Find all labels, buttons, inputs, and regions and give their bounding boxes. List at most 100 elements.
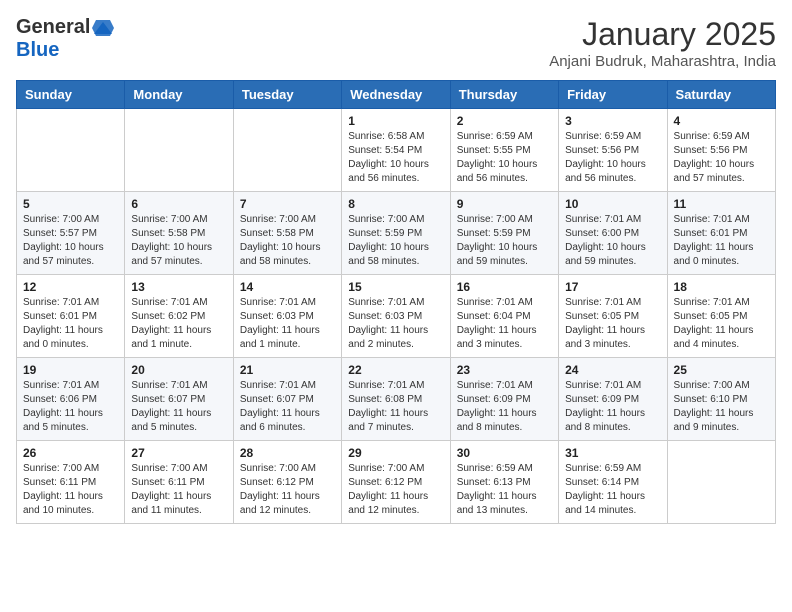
day-info: Sunrise: 7:01 AM Sunset: 6:00 PM Dayligh… xyxy=(565,213,660,269)
day-number: 14 xyxy=(240,280,335,294)
calendar-cell: 18Sunrise: 7:01 AM Sunset: 6:05 PM Dayli… xyxy=(667,275,775,358)
calendar-cell: 31 Sunrise: 6:59 AM Sunset: 6:14 PM Dayli… xyxy=(559,441,667,524)
calendar-cell: 1 Sunrise: 6:58 AM Sunset: 5:54 PM Daylig… xyxy=(342,109,450,192)
calendar-cell: 22 Sunrise: 7:01 AM Sunset: 6:08 PM Dayli… xyxy=(342,358,450,441)
calendar-cell: 23 Sunrise: 7:01 AM Sunset: 6:09 PM Dayli… xyxy=(450,358,558,441)
calendar-week-2: 5Sunrise: 7:00 AM Sunset: 5:57 PM Daylig… xyxy=(17,192,776,275)
day-number: 8 xyxy=(348,197,443,211)
day-number: 13 xyxy=(131,280,226,294)
calendar-cell xyxy=(125,109,233,192)
logo-icon xyxy=(92,20,114,36)
day-info: Sunrise: 7:01 AM Sunset: 6:09 PM Dayligh… xyxy=(457,379,552,435)
calendar-cell: 11 Sunrise: 7:01 AM Sunset: 6:01 PM Dayli… xyxy=(667,192,775,275)
day-number: 16 xyxy=(457,280,552,294)
day-info: Sunrise: 7:01 AM Sunset: 6:04 PM Dayligh… xyxy=(457,296,552,352)
day-number: 18 xyxy=(674,280,769,294)
day-number: 21 xyxy=(240,363,335,377)
day-number: 27 xyxy=(131,446,226,460)
calendar-cell: 5Sunrise: 7:00 AM Sunset: 5:57 PM Daylig… xyxy=(17,192,125,275)
day-number: 6 xyxy=(131,197,226,211)
page-header: General Blue January 2025 Anjani Budruk,… xyxy=(16,16,776,70)
day-number: 10 xyxy=(565,197,660,211)
calendar-cell: 25 Sunrise: 7:00 AM Sunset: 6:10 PM Dayli… xyxy=(667,358,775,441)
day-number: 7 xyxy=(240,197,335,211)
day-info: Sunrise: 7:01 AM Sunset: 6:07 PM Dayligh… xyxy=(240,379,335,435)
calendar-table: Sunday Monday Tuesday Wednesday Thursday… xyxy=(16,80,776,524)
calendar-cell: 14 Sunrise: 7:01 AM Sunset: 6:03 PM Dayli… xyxy=(233,275,341,358)
day-number: 31 xyxy=(565,446,660,460)
day-info: Sunrise: 7:01 AM Sunset: 6:02 PM Dayligh… xyxy=(131,296,226,352)
calendar-cell: 24 Sunrise: 7:01 AM Sunset: 6:09 PM Dayli… xyxy=(559,358,667,441)
day-number: 15 xyxy=(348,280,443,294)
day-info: Sunrise: 7:01 AM Sunset: 6:03 PM Dayligh… xyxy=(348,296,443,352)
day-number: 4 xyxy=(674,114,769,128)
day-info: Sunrise: 7:00 AM Sunset: 5:58 PM Dayligh… xyxy=(240,213,335,269)
calendar-cell: 10 Sunrise: 7:01 AM Sunset: 6:00 PM Dayli… xyxy=(559,192,667,275)
calendar-cell: 6 Sunrise: 7:00 AM Sunset: 5:58 PM Daylig… xyxy=(125,192,233,275)
calendar-cell xyxy=(667,441,775,524)
day-number: 11 xyxy=(674,197,769,211)
day-info: Sunrise: 7:00 AM Sunset: 5:58 PM Dayligh… xyxy=(131,213,226,269)
day-number: 26 xyxy=(23,446,118,460)
calendar-cell: 30 Sunrise: 6:59 AM Sunset: 6:13 PM Dayli… xyxy=(450,441,558,524)
day-info: Sunrise: 7:01 AM Sunset: 6:05 PM Dayligh… xyxy=(565,296,660,352)
day-info: Sunrise: 7:01 AM Sunset: 6:08 PM Dayligh… xyxy=(348,379,443,435)
day-info: Sunrise: 7:01 AM Sunset: 6:06 PM Dayligh… xyxy=(23,379,118,435)
day-number: 23 xyxy=(457,363,552,377)
day-number: 2 xyxy=(457,114,552,128)
day-info: Sunrise: 7:01 AM Sunset: 6:07 PM Dayligh… xyxy=(131,379,226,435)
page-title: January 2025 xyxy=(549,16,776,53)
day-number: 29 xyxy=(348,446,443,460)
day-info: Sunrise: 7:00 AM Sunset: 5:59 PM Dayligh… xyxy=(348,213,443,269)
col-sunday: Sunday xyxy=(17,81,125,109)
calendar-cell: 28Sunrise: 7:00 AM Sunset: 6:12 PM Dayli… xyxy=(233,441,341,524)
title-block: January 2025 Anjani Budruk, Maharashtra,… xyxy=(549,16,776,70)
day-number: 30 xyxy=(457,446,552,460)
col-thursday: Thursday xyxy=(450,81,558,109)
day-info: Sunrise: 7:01 AM Sunset: 6:03 PM Dayligh… xyxy=(240,296,335,352)
calendar-cell: 19 Sunrise: 7:01 AM Sunset: 6:06 PM Dayli… xyxy=(17,358,125,441)
col-wednesday: Wednesday xyxy=(342,81,450,109)
day-info: Sunrise: 7:01 AM Sunset: 6:09 PM Dayligh… xyxy=(565,379,660,435)
calendar-cell: 26 Sunrise: 7:00 AM Sunset: 6:11 PM Dayli… xyxy=(17,441,125,524)
day-number: 17 xyxy=(565,280,660,294)
day-info: Sunrise: 7:00 AM Sunset: 5:59 PM Dayligh… xyxy=(457,213,552,269)
calendar-cell: 7 Sunrise: 7:00 AM Sunset: 5:58 PM Daylig… xyxy=(233,192,341,275)
calendar-week-3: 12 Sunrise: 7:01 AM Sunset: 6:01 PM Dayli… xyxy=(17,275,776,358)
calendar-cell: 4Sunrise: 6:59 AM Sunset: 5:56 PM Daylig… xyxy=(667,109,775,192)
calendar-cell: 29Sunrise: 7:00 AM Sunset: 6:12 PM Dayli… xyxy=(342,441,450,524)
day-number: 20 xyxy=(131,363,226,377)
day-info: Sunrise: 6:59 AM Sunset: 5:56 PM Dayligh… xyxy=(565,130,660,186)
day-number: 3 xyxy=(565,114,660,128)
logo-general: General xyxy=(16,16,90,39)
calendar-cell: 8 Sunrise: 7:00 AM Sunset: 5:59 PM Daylig… xyxy=(342,192,450,275)
day-number: 24 xyxy=(565,363,660,377)
calendar-cell: 17 Sunrise: 7:01 AM Sunset: 6:05 PM Dayli… xyxy=(559,275,667,358)
calendar-cell: 16 Sunrise: 7:01 AM Sunset: 6:04 PM Dayli… xyxy=(450,275,558,358)
day-number: 19 xyxy=(23,363,118,377)
calendar-cell: 20 Sunrise: 7:01 AM Sunset: 6:07 PM Dayli… xyxy=(125,358,233,441)
day-info: Sunrise: 6:58 AM Sunset: 5:54 PM Dayligh… xyxy=(348,130,443,186)
day-number: 22 xyxy=(348,363,443,377)
day-info: Sunrise: 7:00 AM Sunset: 6:10 PM Dayligh… xyxy=(674,379,769,435)
calendar-cell: 21 Sunrise: 7:01 AM Sunset: 6:07 PM Dayli… xyxy=(233,358,341,441)
day-info: Sunrise: 7:00 AM Sunset: 6:11 PM Dayligh… xyxy=(23,462,118,518)
day-number: 28 xyxy=(240,446,335,460)
day-info: Sunrise: 7:01 AM Sunset: 6:01 PM Dayligh… xyxy=(23,296,118,352)
calendar-cell: 15 Sunrise: 7:01 AM Sunset: 6:03 PM Dayli… xyxy=(342,275,450,358)
day-info: Sunrise: 6:59 AM Sunset: 6:13 PM Dayligh… xyxy=(457,462,552,518)
calendar-cell: 2 Sunrise: 6:59 AM Sunset: 5:55 PM Daylig… xyxy=(450,109,558,192)
logo-blue: Blue xyxy=(16,39,59,61)
calendar-cell: 27 Sunrise: 7:00 AM Sunset: 6:11 PM Dayli… xyxy=(125,441,233,524)
day-info: Sunrise: 6:59 AM Sunset: 6:14 PM Dayligh… xyxy=(565,462,660,518)
calendar-cell: 9Sunrise: 7:00 AM Sunset: 5:59 PM Daylig… xyxy=(450,192,558,275)
day-number: 1 xyxy=(348,114,443,128)
day-info: Sunrise: 7:01 AM Sunset: 6:01 PM Dayligh… xyxy=(674,213,769,269)
calendar-week-4: 19 Sunrise: 7:01 AM Sunset: 6:06 PM Dayli… xyxy=(17,358,776,441)
day-info: Sunrise: 6:59 AM Sunset: 5:55 PM Dayligh… xyxy=(457,130,552,186)
day-number: 25 xyxy=(674,363,769,377)
location-subtitle: Anjani Budruk, Maharashtra, India xyxy=(549,53,776,70)
day-number: 12 xyxy=(23,280,118,294)
calendar-cell xyxy=(233,109,341,192)
day-info: Sunrise: 7:00 AM Sunset: 6:11 PM Dayligh… xyxy=(131,462,226,518)
